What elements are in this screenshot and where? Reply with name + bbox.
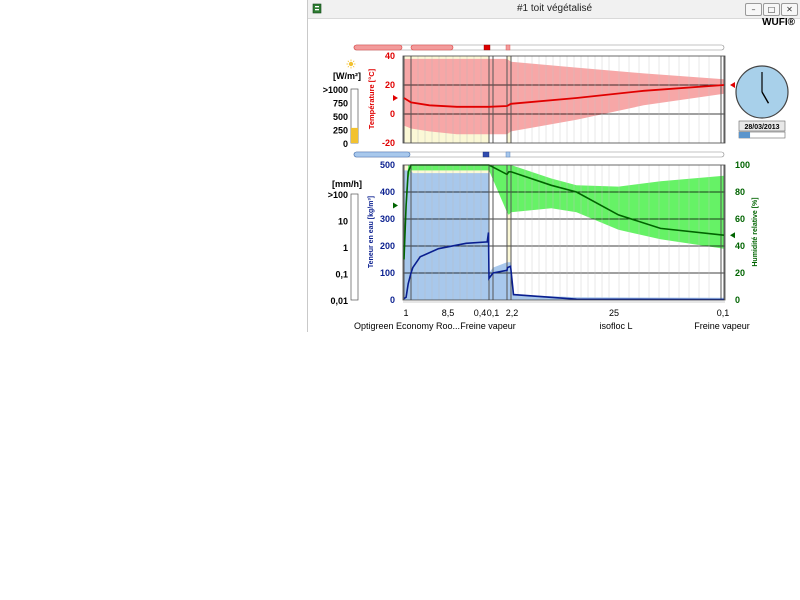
radiation-tick-label: 250	[333, 126, 348, 136]
water-content-tick-label: 0	[390, 295, 395, 305]
humidity-tick-label: 100	[735, 160, 750, 170]
temperature-axis-label: Température [°C]	[367, 68, 376, 129]
radiation-tick-label: 500	[333, 112, 348, 122]
temperature-tick-label: 20	[385, 80, 395, 90]
temperature-tick-label: 40	[385, 51, 395, 61]
water-content-tick-label: 500	[380, 160, 395, 170]
water-content-tick-label: 200	[380, 241, 395, 251]
layer-material-label: Freine vapeur	[460, 321, 516, 331]
close-button[interactable]: ✕	[781, 3, 798, 16]
water-content-tick-label: 300	[380, 214, 395, 224]
humidity-tick-label: 0	[735, 295, 740, 305]
title-bar[interactable]: #1 toit végétalisé – □ ✕	[308, 0, 800, 19]
temperature-tick-label: -20	[382, 138, 395, 148]
humidity-tick-label: 80	[735, 187, 745, 197]
window-title: #1 toit végétalisé	[516, 3, 593, 14]
layer-material-label: isofloc L	[599, 321, 632, 331]
rain-unit: [mm/h]	[332, 179, 362, 189]
layer-thickness-label: 0,4	[474, 308, 487, 318]
humidity-tick-label: 60	[735, 214, 745, 224]
simulation-date: 28/03/2013	[744, 124, 779, 131]
radiation-unit: [W/m²]	[333, 71, 361, 81]
radiation-tick-label: >1000	[323, 85, 348, 95]
rain-tick-label: 0,1	[335, 270, 348, 280]
water-content-tick-label: 400	[380, 187, 395, 197]
temperature-tick-label: 0	[390, 109, 395, 119]
layer-bar-bottom[interactable]	[353, 151, 725, 158]
layer-thickness-label: 0,1	[717, 308, 730, 318]
time-progress-fill	[739, 132, 751, 138]
layer-thickness-label: 2,2	[506, 308, 519, 318]
layer-thickness-label: 8,5	[442, 308, 455, 318]
simulation-display: [W/m²] >10007505002500 [mm/h] >1001010,1…	[323, 44, 789, 331]
radiation-tick-label: 750	[333, 99, 348, 109]
humidity-right-marker	[730, 232, 735, 239]
layer-bar-top[interactable]	[353, 44, 725, 51]
layer-material-label: Freine vapeur	[694, 321, 750, 331]
maximize-button[interactable]: □	[763, 3, 780, 16]
rain-tick-label: 0,01	[330, 296, 348, 306]
layer-thickness-label: 25	[609, 308, 619, 318]
temperature-left-marker	[393, 95, 398, 102]
humidity-axis-label: Humidité relative [%]	[752, 197, 759, 266]
radiation-level	[351, 127, 358, 143]
rain-bar-frame	[350, 193, 359, 301]
humidity-tick-label: 20	[735, 268, 745, 278]
layer-thickness-label: 1	[403, 308, 408, 318]
sun-icon	[346, 59, 356, 69]
water-content-axis-label: Teneur en eau [kg/m³]	[368, 196, 375, 268]
layer-axis: 1 8,5 0,4 0,1 2,2 25 0,1Optigreen Economy Roo.…	[354, 301, 750, 331]
humidity-tick-label: 40	[735, 241, 745, 251]
rain-tick-label: 10	[338, 217, 348, 227]
rain-tick-label: >100	[328, 190, 348, 200]
temperature-right-marker	[730, 82, 735, 88]
wufi-window: #1 toit végétalisé – □ ✕ WUFI® [W/m²] >1…	[307, 0, 800, 332]
minimize-button[interactable]: –	[745, 3, 762, 16]
humidity-left-marker	[393, 202, 398, 209]
rain-tick-label: 1	[343, 243, 348, 253]
radiation-tick-label: 0	[343, 139, 348, 149]
layer-material-label: Optigreen Economy Roo...	[354, 321, 460, 331]
water-content-tick-label: 100	[380, 268, 395, 278]
layer-thickness-label: 0,1	[487, 308, 500, 318]
clock	[735, 65, 789, 119]
